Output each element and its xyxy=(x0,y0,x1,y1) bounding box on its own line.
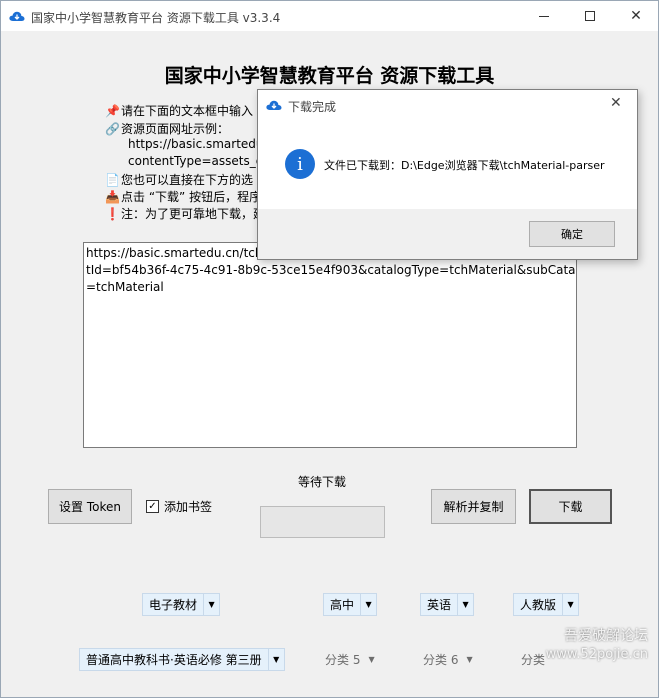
select-value: 普通高中教科书·英语必修 第三册 xyxy=(86,653,262,667)
select-value: 高中 xyxy=(330,598,355,612)
dialog-message: 文件已下载到：D:\Edge浏览器下载\tchMaterial-parser xyxy=(324,159,605,172)
instruction-text: 您也可以直接在下方的选 xyxy=(121,173,254,187)
grade-level-select[interactable]: 高中 ▼ xyxy=(323,593,378,616)
url-input[interactable]: https://basic.smartedu.cn/tchN tId=bf54b… xyxy=(83,242,577,448)
instruction-line: 🔗资源页面网址示例： xyxy=(105,120,229,137)
parse-copy-button[interactable]: 解析并复制 xyxy=(431,489,516,524)
download-button[interactable]: 下载 xyxy=(529,489,612,524)
dialog-title-bar[interactable]: 下载完成 ✕ xyxy=(258,90,637,120)
instruction-line: https://basic.smartedu xyxy=(128,137,264,151)
instruction-text: 请在下面的文本框中输入 xyxy=(121,104,254,118)
ok-button[interactable]: 确定 xyxy=(529,221,615,247)
status-label: 等待下载 xyxy=(298,475,347,489)
watermark-url: www.52pojie.cn xyxy=(545,647,648,662)
download-complete-dialog: 下载完成 ✕ i 文件已下载到：D:\Edge浏览器下载\tchMaterial… xyxy=(257,89,638,260)
chevron-down-icon: ▼ xyxy=(203,594,219,615)
select-value: 电子教材 xyxy=(149,598,198,612)
edition-select[interactable]: 人教版 ▼ xyxy=(513,593,580,616)
instruction-line: 📌请在下面的文本框中输入 xyxy=(105,102,253,119)
title-bar[interactable]: 国家中小学智慧教育平台 资源下载工具 v3.3.4 ✕ xyxy=(1,1,658,31)
window-title: 国家中小学智慧教育平台 资源下载工具 v3.3.4 xyxy=(31,11,281,25)
select-value: 分类 5 xyxy=(325,653,361,667)
chevron-down-icon: ▼ xyxy=(466,655,473,664)
bookmark-checkbox-group[interactable]: ✓ 添加书签 xyxy=(146,498,212,515)
link-icon: 🔗 xyxy=(105,122,120,136)
category-6-select[interactable]: 分类 6 ▼ xyxy=(423,648,473,671)
page-title: 国家中小学智慧教育平台 资源下载工具 xyxy=(164,65,495,87)
note-icon: 📄 xyxy=(105,173,120,187)
dialog-title: 下载完成 xyxy=(288,100,337,114)
chevron-down-icon: ▼ xyxy=(457,594,473,615)
instruction-line: ❗注：为了更可靠地下载，建 xyxy=(105,205,265,222)
select-value: 分类 6 xyxy=(423,653,459,667)
maximize-icon xyxy=(585,11,595,21)
bookmark-label: 添加书签 xyxy=(164,500,213,514)
download-tray-icon: 📥 xyxy=(105,190,120,204)
pin-icon: 📌 xyxy=(105,104,120,118)
close-button[interactable]: ✕ xyxy=(613,1,659,31)
setup-token-button[interactable]: 设置 Token xyxy=(48,489,132,524)
maximize-button[interactable] xyxy=(567,1,613,31)
instruction-text: 注：为了更可靠地下载，建 xyxy=(121,207,266,221)
chevron-down-icon: ▼ xyxy=(562,594,578,615)
watermark-title: 吾爱破解论坛 xyxy=(564,628,648,644)
subject-select[interactable]: 英语 ▼ xyxy=(420,593,475,616)
category-7-select[interactable]: 分类 xyxy=(521,648,545,671)
instruction-line: 📥点击 “下载” 按钮后，程序 xyxy=(105,188,261,205)
chevron-down-icon: ▼ xyxy=(368,655,375,664)
instruction-line: 📄您也可以直接在下方的选 xyxy=(105,171,253,188)
example-url-text: https://basic.smartedu xyxy=(128,137,264,151)
bookmark-checkbox[interactable]: ✓ xyxy=(146,500,159,513)
info-icon: i xyxy=(285,149,315,179)
book-select[interactable]: 普通高中教科书·英语必修 第三册 ▼ xyxy=(79,648,285,671)
cloud-download-icon xyxy=(9,11,25,21)
chevron-down-icon: ▼ xyxy=(360,594,376,615)
exclamation-icon: ❗ xyxy=(105,207,120,221)
select-value: 人教版 xyxy=(520,598,557,612)
instruction-text: 资源页面网址示例： xyxy=(121,122,230,136)
instruction-line: contentType=assets_d xyxy=(128,154,263,168)
cloud-download-icon xyxy=(266,100,282,110)
category-5-select[interactable]: 分类 5 ▼ xyxy=(325,648,375,671)
chevron-down-icon: ▼ xyxy=(267,649,284,670)
minimize-icon xyxy=(539,15,549,17)
resource-type-select[interactable]: 电子教材 ▼ xyxy=(142,593,221,616)
example-url-text: contentType=assets_d xyxy=(128,154,264,168)
select-value: 英语 xyxy=(427,598,452,612)
dialog-close-icon[interactable]: ✕ xyxy=(610,95,622,111)
select-value: 分类 xyxy=(521,653,546,667)
minimize-button[interactable] xyxy=(521,1,567,31)
download-progress-bar xyxy=(260,506,385,538)
instruction-text: 点击 “下载” 按钮后，程序 xyxy=(121,190,262,204)
close-icon: ✕ xyxy=(630,8,642,24)
